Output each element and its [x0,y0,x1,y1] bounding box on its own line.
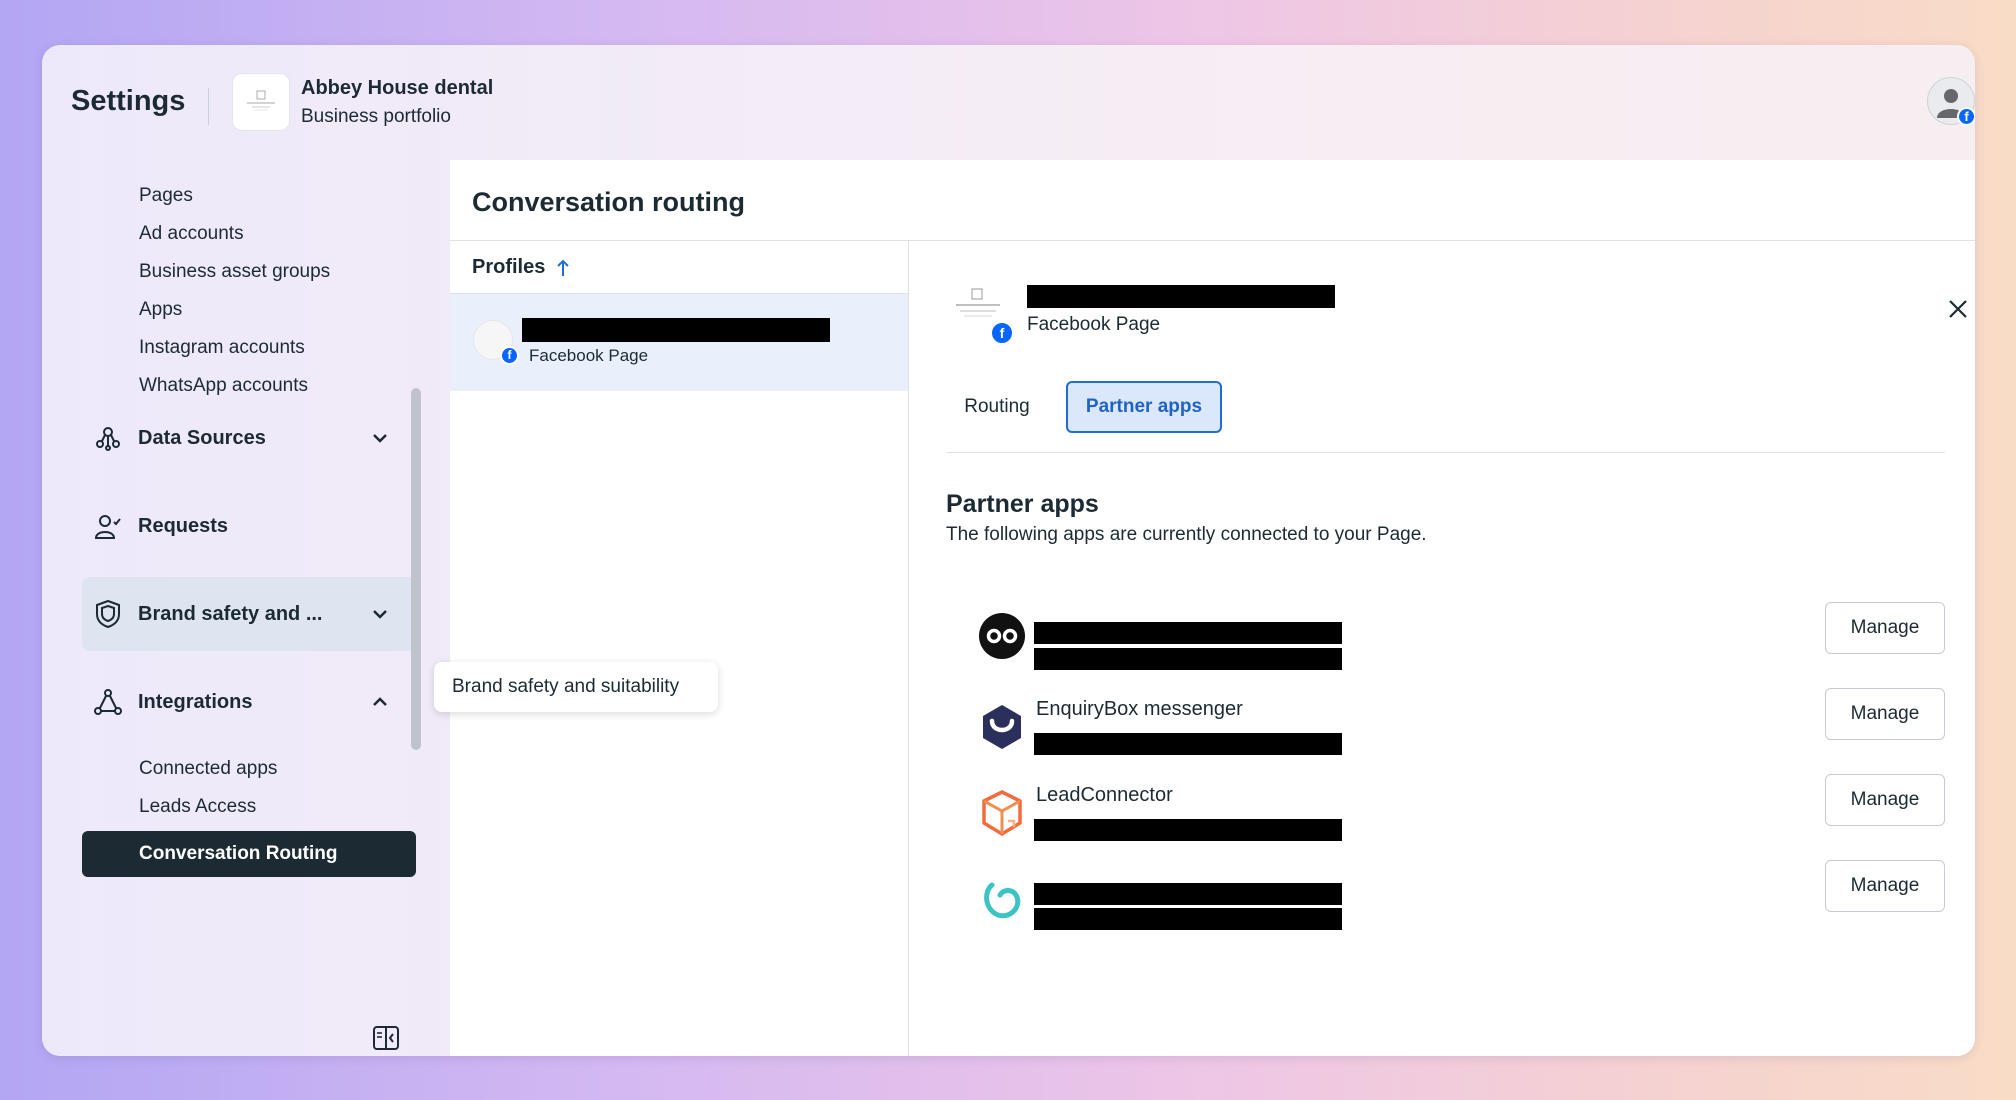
account-avatar[interactable]: f [1927,77,1975,126]
list-item: Manage [946,602,1945,672]
sidebar-item-apps[interactable]: Apps [139,299,182,321]
portfolio-name[interactable]: Abbey House dental [301,77,493,100]
sidebar: Pages Ad accounts Business asset groups … [42,160,450,1056]
facebook-icon: f [500,346,519,365]
redacted-app-name [1034,622,1342,644]
chevron-down-icon [368,602,392,626]
infinity-app-icon [979,613,1025,659]
data-sources-icon [92,422,124,454]
header-divider [208,88,209,125]
main-panel: Conversation routing Profiles f Facebook… [450,160,1975,1056]
divider [946,452,1945,453]
list-item: EnquiryBox messenger Manage [946,688,1945,758]
profiles-header-label: Profiles [472,256,546,278]
requests-icon [92,510,124,542]
sidebar-section-data-sources[interactable]: Data Sources [82,414,416,462]
sidebar-scrollbar[interactable] [411,388,421,750]
profiles-column: Profiles f Facebook Page [450,241,909,1056]
section-description: The following apps are currently connect… [946,524,1427,545]
redacted-app-detail [1034,819,1342,841]
collapse-sidebar-icon[interactable] [371,1023,401,1053]
redacted-profile-name [522,318,830,342]
manage-button[interactable]: Manage [1825,688,1945,740]
tooltip-brand-safety: Brand safety and suitability [434,662,718,712]
page-type: Facebook Page [1027,314,1161,335]
chevron-down-icon [368,426,392,450]
sidebar-item-leads-access[interactable]: Leads Access [139,796,256,818]
portfolio-type: Business portfolio [301,106,451,127]
sidebar-item-conversation-routing[interactable]: Conversation Routing [82,831,416,877]
portfolio-logo-icon [247,90,275,111]
shield-icon [92,598,124,630]
profiles-sort-header[interactable]: Profiles [472,256,571,279]
sidebar-item-ad-accounts[interactable]: Ad accounts [139,223,244,245]
list-item: LeadConnector Manage [946,774,1945,844]
tab-partner-apps[interactable]: Partner apps [1066,381,1222,433]
sidebar-item-instagram-accounts[interactable]: Instagram accounts [139,337,305,359]
sidebar-item-whatsapp-accounts[interactable]: WhatsApp accounts [139,375,308,397]
sidebar-section-brand-safety[interactable]: Brand safety and ... [82,577,416,651]
sidebar-section-label: Data Sources [138,426,266,449]
sidebar-item-pages[interactable]: Pages [139,185,193,207]
redacted-page-name [1027,285,1335,308]
facebook-icon: f [990,321,1014,345]
integrations-icon [92,686,124,718]
close-icon[interactable] [1945,296,1971,322]
sidebar-item-connected-apps[interactable]: Connected apps [139,758,277,780]
sidebar-item-business-asset-groups[interactable]: Business asset groups [139,261,330,283]
sort-arrow-up-icon [557,259,570,276]
sidebar-section-label: Brand safety and ... [138,602,323,625]
profile-row[interactable]: f Facebook Page [450,294,908,391]
portfolio-logo[interactable] [232,73,290,131]
detail-panel: f Facebook Page Routing Partner apps Par… [910,241,1975,1056]
list-item: Manage [946,860,1945,930]
redacted-app-name [1034,883,1342,905]
redacted-app-detail [1034,648,1342,670]
sidebar-section-label: Integrations [138,690,253,713]
settings-window: Settings Abbey House dental Business por… [42,45,1975,1056]
page-title: Settings [71,85,186,117]
leadconnector-app-icon [982,790,1022,837]
redacted-app-detail [1034,908,1342,930]
profile-type: Facebook Page [529,346,649,365]
chevron-up-icon [368,690,392,714]
facebook-icon: f [1957,107,1975,126]
header: Settings Abbey House dental Business por… [42,45,1975,160]
redacted-app-detail [1034,733,1342,755]
manage-button[interactable]: Manage [1825,602,1945,654]
main-title: Conversation routing [472,187,746,217]
sidebar-section-requests[interactable]: Requests [82,502,416,550]
enquirybox-app-icon [983,705,1021,749]
manage-button[interactable]: Manage [1825,774,1945,826]
teal-app-icon [984,882,1021,919]
section-title: Partner apps [946,490,1099,518]
app-name: LeadConnector [1036,784,1173,806]
sidebar-section-integrations[interactable]: Integrations [82,678,416,726]
sidebar-section-label: Requests [138,514,229,537]
app-name: EnquiryBox messenger [1036,698,1243,720]
tab-routing[interactable]: Routing [946,381,1048,433]
manage-button[interactable]: Manage [1825,860,1945,912]
